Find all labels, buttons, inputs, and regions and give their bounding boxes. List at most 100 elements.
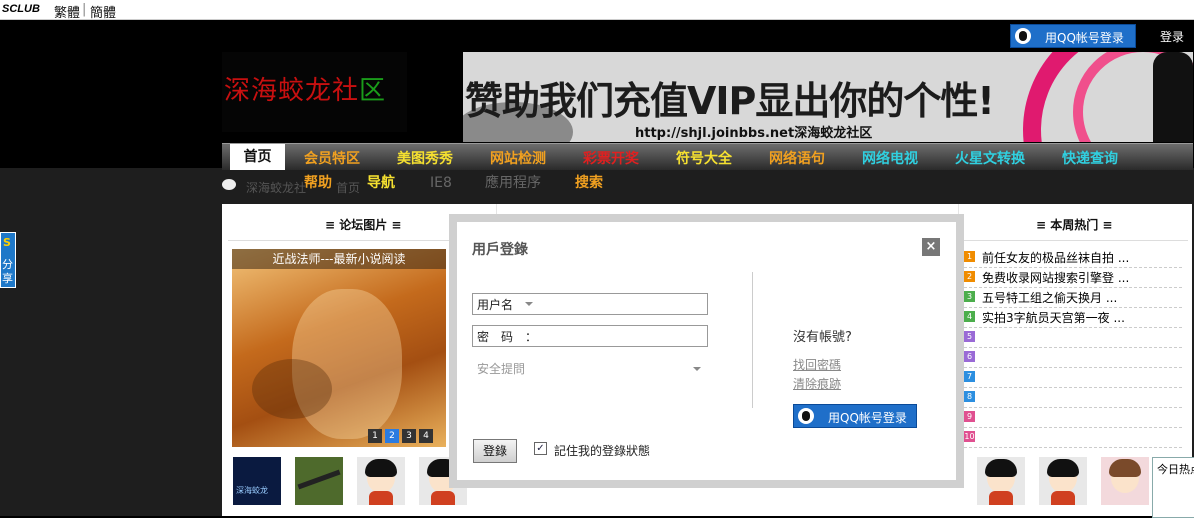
banner-headline: 赞助我们充值VIP显出你的个性! (465, 79, 995, 123)
nav-item-help[interactable]: 帮助 (304, 172, 332, 192)
hot-item[interactable]: 5 (964, 327, 1182, 348)
no-account-text: 沒有帳號? (793, 330, 852, 345)
share-tab[interactable]: S 分 享 (0, 232, 16, 288)
slide-dot-4[interactable]: 4 (419, 429, 433, 443)
qq-icon (1015, 28, 1031, 44)
nav-item-symbols[interactable]: 符号大全 (676, 148, 732, 168)
forgot-password-link[interactable]: 找回密碼 (793, 356, 841, 373)
hot-rank: 8 (964, 391, 975, 402)
simplified-chinese-link[interactable]: 簡體 (90, 2, 116, 21)
nav-item-meitu[interactable]: 美图秀秀 (397, 148, 453, 168)
hot-item[interactable]: 9 (964, 407, 1182, 428)
nav-item-mars-text[interactable]: 火星文转换 (955, 148, 1025, 168)
hot-title[interactable]: 实拍3字航员天宫第一夜 ... (982, 309, 1125, 326)
password-field[interactable]: 密 码 ： (472, 325, 708, 347)
logo-text-red: 深海蛟龙社 (224, 76, 360, 106)
hot-rank: 4 (964, 311, 975, 322)
vip-banner[interactable]: 赞助我们充值VIP显出你的个性! http://shjl.joinbbs.net… (463, 52, 1193, 142)
hot-item[interactable]: 1 前任女友的极品丝袜自拍 ... (964, 247, 1182, 268)
remember-me-label[interactable]: 記住我的登錄狀態 (554, 442, 650, 459)
hot-item[interactable]: 10 (964, 427, 1182, 448)
col-header-pictures: ≡ 论坛图片 ≡ (325, 218, 402, 232)
hot-rank: 5 (964, 331, 975, 342)
chevron-down-icon[interactable] (693, 367, 701, 371)
member-avatar[interactable]: 深海蛟龙 (233, 457, 281, 505)
member-avatar[interactable] (1101, 457, 1149, 505)
hot-rank: 10 (964, 431, 975, 442)
member-avatar[interactable] (977, 457, 1025, 505)
breadcrumb-home[interactable]: 首页 (336, 179, 360, 196)
hot-rank: 2 (964, 271, 975, 282)
nav-item-search[interactable]: 搜索 (575, 172, 603, 192)
rifle-icon (297, 469, 341, 490)
qq-icon (798, 408, 814, 424)
member-avatar[interactable] (295, 457, 343, 505)
clear-traces-link[interactable]: 清除痕跡 (793, 375, 841, 392)
top-bar (0, 0, 1194, 20)
avatar-caption: 深海蛟龙 (236, 486, 268, 495)
security-question-label: 安全提問 (477, 362, 526, 376)
hot-title[interactable]: 五号特工组之偷天换月 ... (982, 289, 1117, 306)
hot-rank: 9 (964, 411, 975, 422)
banner-url: http://shjl.joinbbs.net深海蛟龙社区 (635, 126, 873, 141)
nav-item-net-tv[interactable]: 网络电视 (862, 148, 918, 168)
slide-dot-2[interactable]: 2 (385, 429, 399, 443)
site-logo[interactable]: 深海蛟龙社区 (222, 52, 407, 132)
primary-nav: 首页 会员特区 美图秀秀 网站检测 彩票开奖 符号大全 网络语句 网络电视 火星… (222, 143, 1193, 170)
nav-item-home[interactable]: 首页 (230, 144, 285, 170)
share-logo-icon: S (3, 236, 11, 249)
picture-slideshow[interactable]: 近战法师---最新小说阅读 1 2 3 4 (232, 249, 446, 447)
nav-item-net-phrases[interactable]: 网络语句 (769, 148, 825, 168)
member-avatar[interactable] (1039, 457, 1087, 505)
qq-login-label: 用QQ帐号登录 (1045, 31, 1124, 45)
nav-item-apps[interactable]: 應用程序 (485, 172, 541, 192)
username-field[interactable]: 用户名 (472, 293, 708, 315)
hot-item[interactable]: 7 (964, 367, 1182, 388)
logo-text-green: 区 (359, 76, 387, 106)
nav-item-vip-zone[interactable]: 会员特区 (304, 148, 360, 168)
hot-item[interactable]: 2 免费收录网站搜索引擎登 ... (964, 267, 1182, 288)
nav-item-directory[interactable]: 导航 (367, 172, 395, 192)
member-avatar[interactable] (357, 457, 405, 505)
nav-item-site-check[interactable]: 网站检测 (490, 148, 546, 168)
login-modal-title: 用戶登錄 (472, 242, 528, 258)
hot-rank: 7 (964, 371, 975, 382)
username-type-select[interactable]: 用户名 (477, 296, 513, 313)
hot-item[interactable]: 4 实拍3字航员天宫第一夜 ... (964, 307, 1182, 328)
qq-login-button[interactable]: 用QQ帐号登录 (1010, 24, 1136, 48)
hot-rank: 1 (964, 251, 975, 262)
qq-login-modal-button[interactable]: 用QQ帐号登录 (793, 404, 917, 428)
hot-title[interactable]: 免费收录网站搜索引擎登 ... (982, 269, 1129, 286)
col-header-weekly-hot: ≡ 本周热门 ≡ (1036, 218, 1113, 232)
hot-item[interactable]: 8 (964, 387, 1182, 408)
traditional-chinese-link[interactable]: 繁體 (54, 2, 80, 21)
login-link[interactable]: 登录 (1160, 28, 1184, 45)
close-icon[interactable]: × (922, 238, 940, 256)
hot-rank: 6 (964, 351, 975, 362)
brand-logo[interactable]: SCLUB (2, 3, 40, 15)
slide-dot-1[interactable]: 1 (368, 429, 382, 443)
nav-item-express[interactable]: 快递查询 (1062, 148, 1118, 168)
login-button[interactable]: 登錄 (473, 439, 517, 463)
qq-login-modal-label: 用QQ帐号登录 (828, 411, 907, 425)
today-hot-panel[interactable]: 今日热点 (1152, 457, 1194, 518)
security-question-select[interactable]: 安全提問 (477, 360, 705, 378)
logo-text: 深海蛟龙社区 (224, 70, 386, 107)
speech-bubble-icon (222, 179, 236, 190)
nav-item-ie8[interactable]: IE8 (430, 175, 452, 191)
banner-silhouette (1153, 52, 1193, 142)
divider (960, 240, 1188, 241)
hot-item[interactable]: 3 五号特工组之偷天换月 ... (964, 287, 1182, 308)
login-modal (457, 222, 956, 480)
slide-image (252, 359, 332, 419)
nav-item-lottery[interactable]: 彩票开奖 (583, 148, 639, 168)
slide-caption[interactable]: 近战法师---最新小说阅读 (232, 249, 446, 269)
modal-divider (752, 272, 753, 408)
remember-me-checkbox[interactable]: ✓ (534, 442, 547, 455)
slide-dot-3[interactable]: 3 (402, 429, 416, 443)
password-label: 密 码 ： (477, 330, 538, 344)
chevron-down-icon[interactable] (525, 302, 533, 306)
hot-item[interactable]: 6 (964, 347, 1182, 368)
breadcrumb-site[interactable]: 深海蛟龙社 (246, 179, 306, 196)
hot-title[interactable]: 前任女友的极品丝袜自拍 ... (982, 249, 1129, 266)
